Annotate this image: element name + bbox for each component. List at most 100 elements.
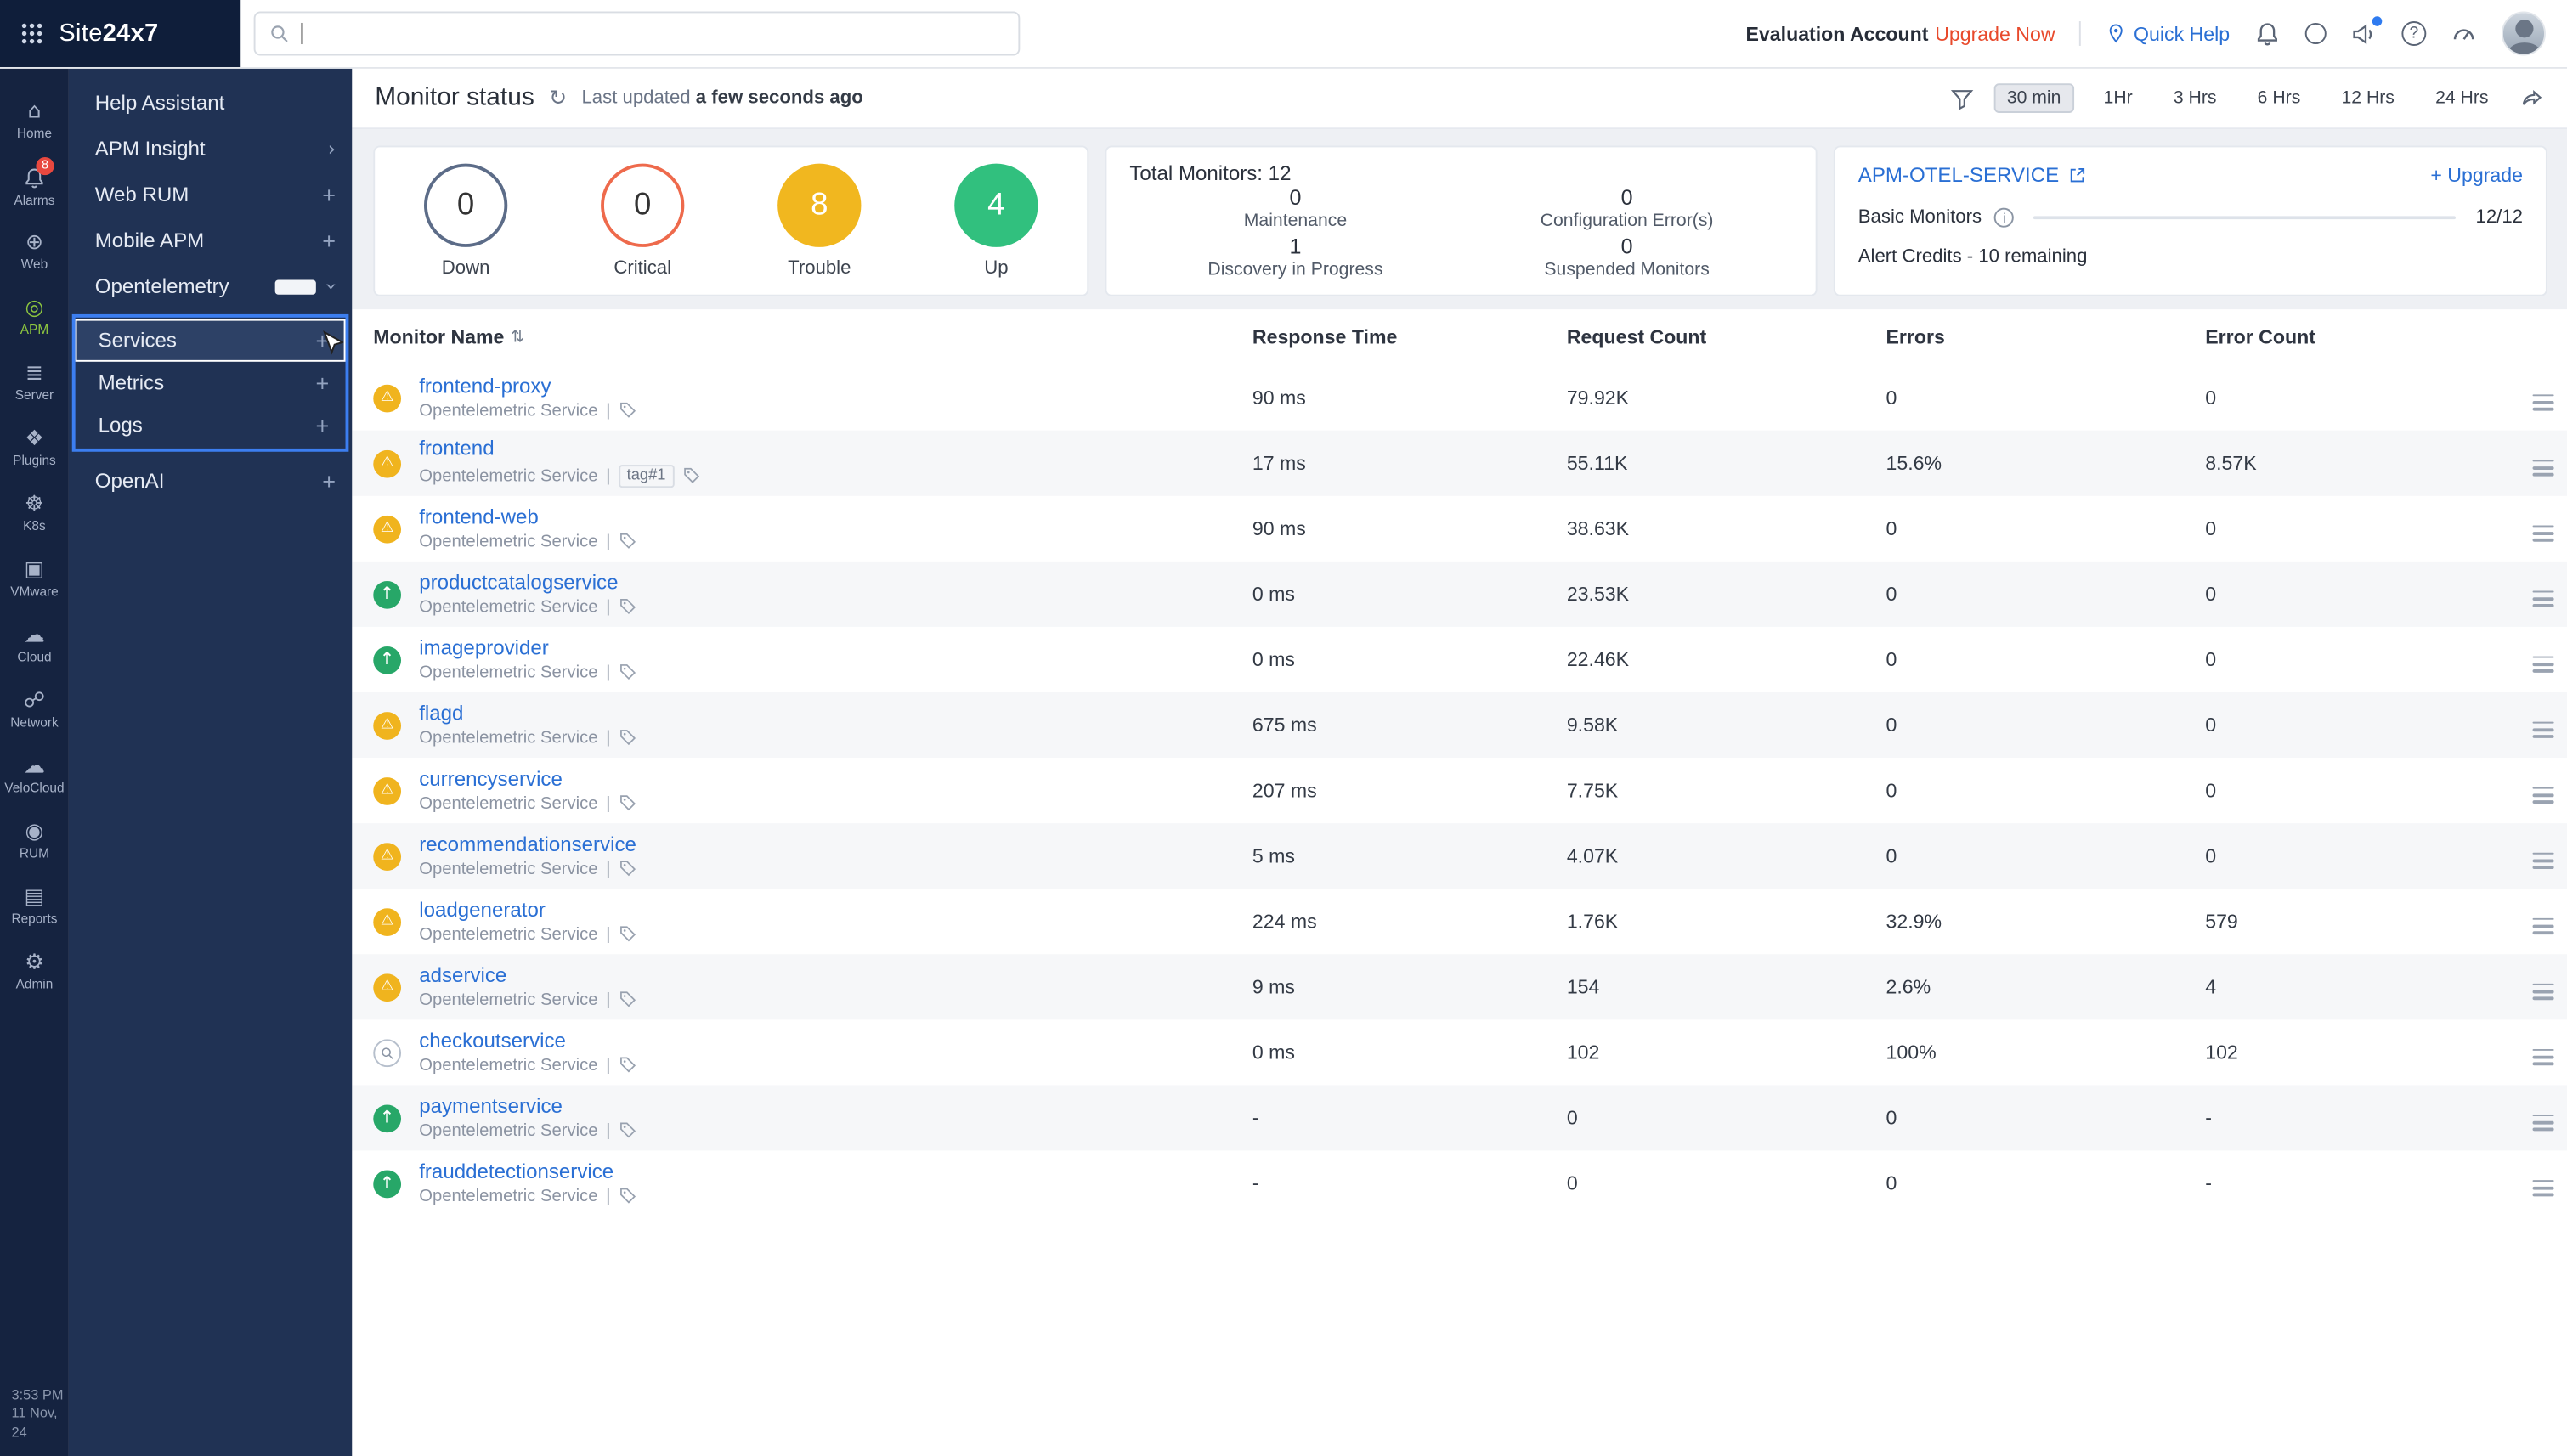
tag-icon[interactable] [619, 1056, 636, 1074]
tag-chip[interactable]: tag#1 [619, 465, 674, 487]
gauge-icon[interactable] [2451, 20, 2477, 47]
row-menu-icon[interactable] [2526, 453, 2560, 483]
row-menu-icon[interactable] [2526, 518, 2560, 548]
tag-icon[interactable] [619, 794, 636, 812]
tag-icon[interactable] [619, 1188, 636, 1205]
row-menu-icon[interactable] [2526, 649, 2560, 679]
rail-item-vmware[interactable]: ▣ VMware [0, 547, 69, 612]
status-summary-trouble[interactable]: 8 Trouble [777, 164, 861, 279]
tag-icon[interactable] [619, 1121, 636, 1139]
rail-item-k8s[interactable]: ☸ K8s [0, 481, 69, 546]
monitor-name-link[interactable]: checkoutservice [419, 1030, 636, 1052]
tag-icon[interactable] [619, 598, 636, 616]
apps-grid-icon[interactable] [20, 21, 44, 46]
tag-icon[interactable] [619, 663, 636, 681]
monitor-name-link[interactable]: recommendationservice [419, 834, 636, 856]
time-range-1hr[interactable]: 1Hr [2092, 83, 2144, 113]
rail-item-server[interactable]: ≣ Server [0, 350, 69, 415]
upgrade-now-link[interactable]: Upgrade Now [1935, 22, 2055, 45]
search-input[interactable] [314, 22, 1005, 45]
table-row-recommendationservice[interactable]: ⚠ recommendationservice Opentelemetric S… [352, 823, 2567, 889]
monitor-name-link[interactable]: frontend-proxy [419, 375, 636, 398]
filter-icon[interactable] [1949, 86, 1974, 110]
rail-item-rum[interactable]: ◉ RUM [0, 809, 69, 874]
status-summary-critical[interactable]: 0 Critical [601, 164, 684, 279]
add-icon[interactable]: + [315, 371, 329, 394]
row-menu-icon[interactable] [2526, 1042, 2560, 1072]
row-menu-icon[interactable] [2526, 1108, 2560, 1137]
monitor-name-link[interactable]: flagd [419, 703, 636, 725]
site24x7-logo[interactable]: Site24x7 [59, 20, 158, 48]
announcements-megaphone-icon[interactable] [2351, 20, 2378, 47]
sidenav-item-opentelemetry[interactable]: Opentelemetry › + [69, 263, 352, 309]
monitor-name-link[interactable]: paymentservice [419, 1096, 636, 1118]
monitor-name-link[interactable]: adservice [419, 965, 636, 987]
col-monitor-name[interactable]: Monitor Name ⇅ [373, 325, 1252, 348]
table-row-frontend-web[interactable]: ⚠ frontend-web Opentelemetric Service | … [352, 496, 2567, 562]
rail-item-admin[interactable]: ⚙ Admin [0, 940, 69, 1005]
time-range-12-hrs[interactable]: 12 Hrs [2330, 83, 2406, 113]
row-menu-icon[interactable] [2526, 1173, 2560, 1203]
row-menu-icon[interactable] [2526, 584, 2560, 613]
status-ring-icon[interactable] [2305, 23, 2327, 44]
monitor-name-link[interactable]: imageprovider [419, 638, 636, 660]
rail-item-network[interactable]: ☍ Network [0, 678, 69, 743]
quick-help-link[interactable]: Quick Help [2106, 22, 2230, 45]
monitor-name-link[interactable]: frontend [419, 439, 700, 461]
tag-icon[interactable] [619, 533, 636, 550]
row-menu-icon[interactable] [2526, 977, 2560, 1007]
tag-icon[interactable] [619, 990, 636, 1008]
table-row-currencyservice[interactable]: ⚠ currencyservice Opentelemetric Service… [352, 758, 2567, 823]
monitor-name-link[interactable]: productcatalogservice [419, 573, 636, 595]
sidenav-item-apm-insight[interactable]: APM Insight › + [69, 126, 352, 172]
monitor-name-link[interactable]: frontend-web [419, 507, 636, 529]
tag-icon[interactable] [619, 402, 636, 420]
share-icon[interactable] [2519, 86, 2544, 110]
monitor-name-link[interactable]: loadgenerator [419, 900, 636, 922]
monitor-name-link[interactable]: frauddetectionservice [419, 1161, 636, 1183]
row-menu-icon[interactable] [2526, 911, 2560, 941]
monitor-name-link[interactable]: currencyservice [419, 769, 636, 791]
rail-item-web[interactable]: ⊕ Web [0, 219, 69, 285]
time-range-6-hrs[interactable]: 6 Hrs [2246, 83, 2312, 113]
refresh-icon[interactable]: ↻ [549, 86, 567, 110]
rail-item-reports[interactable]: ▤ Reports [0, 874, 69, 940]
sidenav-item-services[interactable]: Services + [76, 319, 346, 362]
global-search[interactable] [254, 11, 1021, 55]
row-menu-icon[interactable] [2526, 846, 2560, 876]
add-icon[interactable]: + [322, 229, 336, 252]
plan-upgrade-link[interactable]: + Upgrade [2430, 164, 2523, 187]
table-row-productcatalogservice[interactable]: ↑ productcatalogservice Opentelemetric S… [352, 562, 2567, 627]
sidenav-item-logs[interactable]: Logs + [76, 404, 346, 447]
tag-icon[interactable] [619, 860, 636, 878]
rail-item-alarms[interactable]: 8 Alarms [0, 154, 69, 219]
info-icon[interactable]: i [1994, 208, 2014, 228]
add-icon[interactable]: + [322, 183, 336, 206]
table-row-paymentservice[interactable]: ↑ paymentservice Opentelemetric Service … [352, 1085, 2567, 1150]
help-question-icon[interactable]: ? [2401, 21, 2426, 46]
time-range-3-hrs[interactable]: 3 Hrs [2162, 83, 2228, 113]
row-menu-icon[interactable] [2526, 780, 2560, 810]
table-row-imageprovider[interactable]: ↑ imageprovider Opentelemetric Service |… [352, 627, 2567, 692]
rail-item-home[interactable]: ⌂ Home [0, 88, 69, 154]
rail-item-cloud[interactable]: ☁ Cloud [0, 612, 69, 678]
status-summary-down[interactable]: 0 Down [424, 164, 507, 279]
row-menu-icon[interactable] [2526, 387, 2560, 417]
add-icon[interactable]: + [322, 470, 336, 493]
tag-icon[interactable] [619, 729, 636, 747]
rail-item-plugins[interactable]: ❖ Plugins [0, 415, 69, 481]
notifications-bell-icon[interactable] [2254, 20, 2281, 47]
rail-item-velocloud[interactable]: ☁ VeloCloud [0, 743, 69, 809]
apm-otel-service-link[interactable]: APM-OTEL-SERVICE [1858, 164, 2087, 187]
table-row-frauddetectionservice[interactable]: ↑ frauddetectionservice Opentelemetric S… [352, 1150, 2567, 1216]
sidenav-item-help-assistant[interactable]: Help Assistant + [69, 80, 352, 126]
rail-item-apm[interactable]: ◎ APM [0, 285, 69, 350]
tag-icon[interactable] [619, 925, 636, 943]
row-menu-icon[interactable] [2526, 714, 2560, 744]
time-range-30-min[interactable]: 30 min [1993, 83, 2073, 113]
sidenav-item-mobile-apm[interactable]: Mobile APM + [69, 217, 352, 263]
sort-icon[interactable]: ⇅ [511, 328, 524, 346]
sidenav-item-web-rum[interactable]: Web RUM + [69, 172, 352, 217]
table-row-frontend[interactable]: ⚠ frontend Opentelemetric Service | tag#… [352, 431, 2567, 496]
status-summary-up[interactable]: 4 Up [954, 164, 1038, 279]
